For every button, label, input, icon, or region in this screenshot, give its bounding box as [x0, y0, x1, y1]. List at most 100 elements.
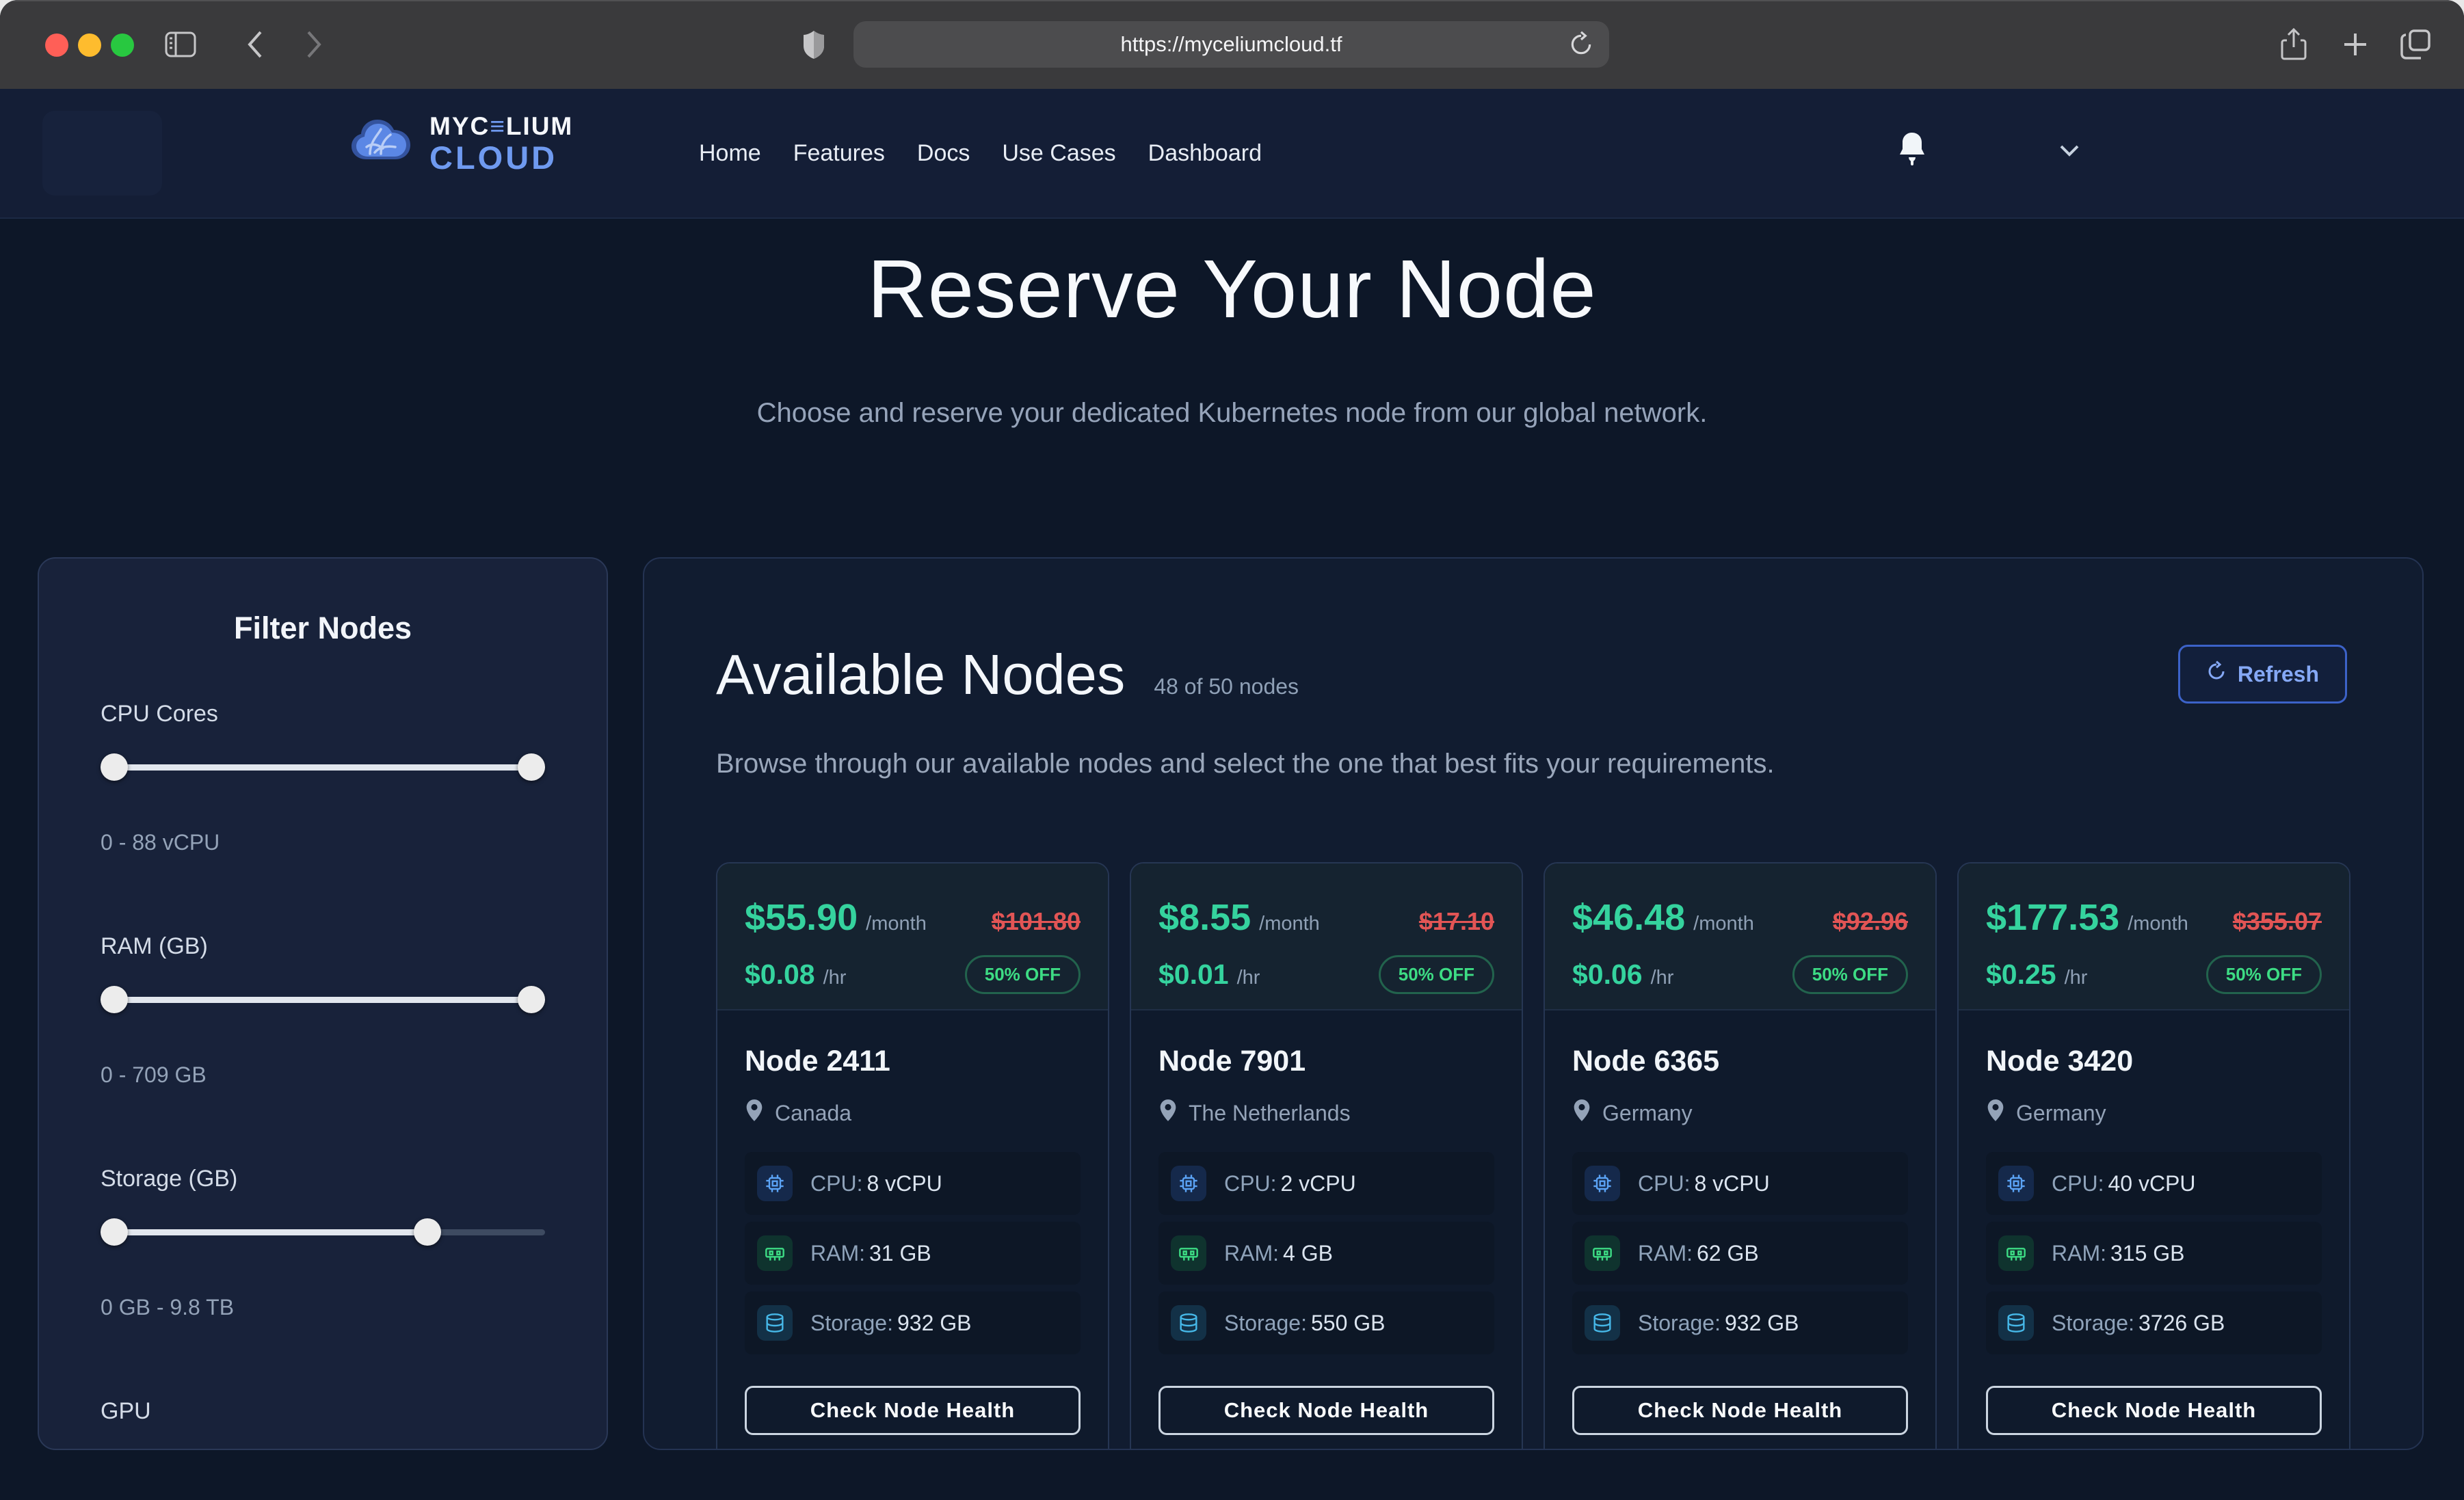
- storage-spec-row: Storage:3726 GB: [1986, 1291, 2322, 1354]
- node-card: $55.90/month$101.80$0.08/hr50% OFF Node 2…: [716, 862, 1109, 1450]
- nav-link-features[interactable]: Features: [793, 140, 885, 167]
- cpu-icon: [1585, 1166, 1620, 1201]
- slider-fill: [101, 764, 545, 771]
- tab-overview-icon[interactable]: [2394, 23, 2437, 66]
- storage-icon: [757, 1305, 793, 1341]
- new-tab-icon[interactable]: [2333, 23, 2377, 66]
- discount-badge: 50% OFF: [2206, 955, 2322, 994]
- cpu-label: CPU:: [2052, 1171, 2104, 1196]
- filter-panel-title: Filter Nodes: [39, 611, 607, 646]
- logo-wordmark: MYC≡LIUM CLOUD: [429, 113, 573, 174]
- storage-icon: [1171, 1305, 1206, 1341]
- nav-link-docs[interactable]: Docs: [917, 140, 970, 167]
- cpu-spec-row: CPU:8 vCPU: [1572, 1152, 1908, 1215]
- node-card: $8.55/month$17.10$0.01/hr50% OFFNode 790…: [1130, 862, 1523, 1450]
- storage-label: Storage:: [2052, 1311, 2134, 1335]
- original-price: $17.10: [1419, 907, 1494, 936]
- node-name: Node 2411: [745, 1045, 1081, 1078]
- storage-value: 932 GB: [1725, 1311, 1799, 1335]
- available-nodes-header: Available Nodes 48 of 50 nodes: [716, 642, 1299, 708]
- check-node-health-button[interactable]: Check Node Health: [1986, 1386, 2322, 1435]
- storage-label: Storage:: [810, 1311, 893, 1335]
- card-price-header: $55.90/month$101.80$0.08/hr50% OFF: [717, 863, 1108, 1009]
- ram-value: 31 GB: [869, 1241, 931, 1265]
- privacy-shield-icon[interactable]: [792, 23, 836, 66]
- notifications-bell-icon[interactable]: [1896, 130, 1929, 170]
- location-pin-icon: [1986, 1099, 2005, 1127]
- sidebar-toggle-icon[interactable]: [159, 23, 202, 66]
- slider-handle-min[interactable]: [101, 1218, 128, 1246]
- slider-fill: [101, 1229, 434, 1235]
- ram-label: RAM:: [1224, 1241, 1279, 1265]
- nav-link-home[interactable]: Home: [699, 140, 761, 167]
- available-nodes-description: Browse through our available nodes and s…: [716, 749, 1775, 779]
- filter-label: GPU: [101, 1398, 545, 1425]
- node-location: Germany: [1602, 1101, 1693, 1126]
- cpu-icon: [757, 1166, 793, 1201]
- slider-handle-max[interactable]: [518, 753, 545, 781]
- zoom-window-button[interactable]: [111, 34, 134, 57]
- nav-link-dashboard[interactable]: Dashboard: [1148, 140, 1262, 167]
- nav-links: Home Features Docs Use Cases Dashboard: [699, 89, 1262, 217]
- cpu-value: 2 vCPU: [1280, 1171, 1355, 1196]
- ram-label: RAM:: [2052, 1241, 2106, 1265]
- storage-value: 3726 GB: [2138, 1311, 2225, 1335]
- filter-label: Storage (GB): [101, 1166, 545, 1192]
- node-location: Germany: [2016, 1101, 2106, 1126]
- slider-handle-max[interactable]: [518, 986, 545, 1013]
- check-node-health-button[interactable]: Check Node Health: [1572, 1386, 1908, 1435]
- range-slider[interactable]: [101, 986, 545, 1013]
- slider-handle-min[interactable]: [101, 753, 128, 781]
- check-node-health-button[interactable]: Check Node Health: [745, 1386, 1081, 1435]
- cpu-icon: [1171, 1166, 1206, 1201]
- minimize-window-button[interactable]: [78, 34, 101, 57]
- check-node-health-button[interactable]: Check Node Health: [1158, 1386, 1494, 1435]
- cpu-spec-row: CPU:40 vCPU: [1986, 1152, 2322, 1215]
- filter-range-text: 0 GB - 9.8 TB: [101, 1295, 545, 1320]
- card-body: Node 3420GermanyCPU:40 vCPURAM:315 GBSto…: [1959, 1010, 2349, 1435]
- close-window-button[interactable]: [45, 34, 68, 57]
- node-name: Node 3420: [1986, 1045, 2322, 1078]
- spec-list: CPU:8 vCPU RAM:62 GB Storage:932 GB: [1572, 1152, 1908, 1354]
- filter-group-ram-gb: RAM (GB)0 - 709 GB: [101, 933, 545, 1088]
- ram-icon: [1585, 1235, 1620, 1271]
- gpu-toggle[interactable]: [101, 1449, 217, 1450]
- share-icon[interactable]: [2272, 23, 2316, 66]
- node-card: $46.48/month$92.96$0.06/hr50% OFFNode 63…: [1544, 862, 1937, 1450]
- browser-window: https://myceliumcloud.tf: [0, 0, 2464, 1500]
- ram-icon: [757, 1235, 793, 1271]
- site-logo[interactable]: MYC≡LIUM CLOUD: [347, 113, 573, 174]
- nav-link-use-cases[interactable]: Use Cases: [1002, 140, 1115, 167]
- node-cards-grid: $55.90/month$101.80$0.08/hr50% OFF Node 2…: [716, 862, 2350, 1450]
- storage-label: Storage:: [1638, 1311, 1721, 1335]
- cpu-value: 8 vCPU: [866, 1171, 942, 1196]
- refresh-button[interactable]: Refresh: [2178, 645, 2347, 704]
- forward-button[interactable]: [293, 23, 336, 66]
- per-hour-unit: /hr: [823, 967, 847, 989]
- ram-spec-row: RAM:4 GB: [1158, 1222, 1494, 1285]
- available-nodes-title: Available Nodes: [716, 642, 1125, 708]
- reload-icon[interactable]: [1568, 31, 1594, 62]
- slider-handle-min[interactable]: [101, 986, 128, 1013]
- per-month-unit: /month: [2128, 913, 2188, 935]
- ram-icon: [1998, 1235, 2034, 1271]
- node-card: $177.53/month$355.07$0.25/hr50% OFFNode …: [1957, 862, 2350, 1450]
- filter-range-text: 0 - 88 vCPU: [101, 830, 545, 855]
- discount-badge: 50% OFF: [1379, 955, 1494, 994]
- page-content: MYC≡LIUM CLOUD Home Features Docs Use Cases…: [0, 89, 2464, 1500]
- filter-range-text: 0 - 709 GB: [101, 1062, 545, 1088]
- refresh-label: Refresh: [2238, 662, 2319, 687]
- ram-value: 4 GB: [1283, 1241, 1333, 1265]
- ram-spec-row: RAM:62 GB: [1572, 1222, 1908, 1285]
- slider-handle-max[interactable]: [414, 1218, 441, 1246]
- range-slider[interactable]: [101, 753, 545, 781]
- address-bar[interactable]: https://myceliumcloud.tf: [853, 21, 1609, 68]
- user-menu-chevron-down-icon[interactable]: [2057, 142, 2082, 162]
- range-slider[interactable]: [101, 1218, 545, 1246]
- back-button[interactable]: [233, 23, 276, 66]
- slider-fill: [101, 997, 545, 1003]
- per-month-unit: /month: [1693, 913, 1754, 935]
- storage-spec-row: Storage:550 GB: [1158, 1291, 1494, 1354]
- node-location: Canada: [775, 1101, 851, 1126]
- storage-value: 550 GB: [1311, 1311, 1386, 1335]
